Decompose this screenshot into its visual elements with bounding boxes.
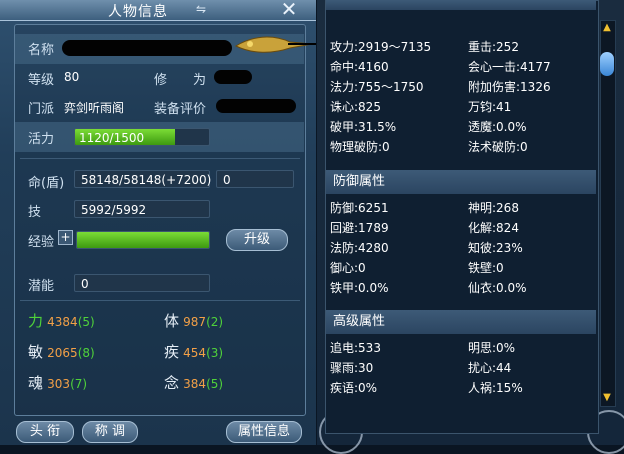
potential-field: 0	[74, 274, 210, 292]
attr-bonus: (3)	[206, 346, 224, 360]
advanced-section-header: 高级属性	[326, 310, 596, 334]
attr-agility: 敏 2065(8)	[28, 341, 95, 362]
attr-soul: 魂 303(7)	[28, 372, 87, 393]
title-button[interactable]: 头 衔	[16, 421, 74, 443]
attr-bonus: (2)	[206, 315, 224, 329]
attribute-entry: 骤雨:30	[330, 361, 374, 375]
attribute-entry: 破甲:31.5%	[330, 120, 397, 134]
gear-label: 装备评价	[154, 102, 207, 117]
sect-label: 门派	[28, 102, 55, 117]
attr-strength: 力 4384(5)	[28, 310, 95, 331]
attribute-entry: 法力:755～1750	[330, 80, 424, 94]
dragon-emblem-icon	[234, 36, 313, 53]
vitality-value: 1120/1500	[79, 131, 145, 145]
attribute-entry: 仙衣:0.0%	[468, 281, 527, 295]
attribute-entry: 攻力:2919～7135	[330, 40, 432, 54]
attr-value: 4384	[47, 315, 78, 329]
attribute-entry: 透魔:0.0%	[468, 120, 527, 134]
attribute-entry: 重击:252	[468, 40, 519, 54]
attribute-entry: 人祸:15%	[468, 381, 523, 395]
attr-value: 2065	[47, 346, 78, 360]
redact-line	[288, 43, 316, 45]
scroll-up-icon[interactable]: ▲	[600, 22, 614, 34]
title-bar[interactable]: 人物信息 ⇋ ✕	[0, 0, 316, 21]
cultivation-label: 修 为	[154, 73, 207, 88]
attribute-entry: 法术破防:0	[468, 140, 528, 154]
attr-value: 987	[183, 315, 207, 329]
skill-label: 技	[28, 205, 42, 220]
redacted-cultivation	[214, 70, 252, 84]
shield-field: 0	[216, 170, 294, 188]
attribute-entry: 附加伤害:1326	[468, 80, 551, 94]
hp-label: 命(盾)	[28, 176, 65, 191]
attr-value: 384	[183, 377, 207, 391]
attr-bonus: (8)	[77, 346, 95, 360]
scrollbar-track[interactable]	[600, 20, 616, 407]
potential-label: 潜能	[28, 279, 55, 294]
attr-bonus: (5)	[206, 377, 224, 391]
nickname-button[interactable]: 称 调	[82, 421, 138, 443]
attr-label: 魂	[28, 374, 44, 392]
scroll-down-icon[interactable]: ▼	[600, 392, 614, 404]
attr-label: 念	[164, 374, 180, 392]
level-value: 80	[64, 70, 80, 84]
attr-label: 力	[28, 312, 44, 330]
attribute-entry: 疾语:0%	[330, 381, 378, 395]
attribute-entry: 命中:4160	[330, 60, 389, 74]
attr-constitution: 体 987(2)	[164, 310, 223, 331]
attr-bonus: (7)	[70, 377, 88, 391]
upgrade-button[interactable]: 升级	[226, 229, 288, 251]
name-label: 名称	[28, 43, 55, 58]
exp-plus-button[interactable]: +	[58, 230, 73, 245]
defense-section-header: 防御属性	[326, 170, 596, 194]
scrollbar-thumb[interactable]	[600, 52, 614, 76]
window-title: 人物信息	[108, 4, 168, 20]
attribute-entry: 明思:0%	[468, 341, 516, 355]
level-label: 等级	[28, 73, 55, 88]
vitality-bar: 1120/1500	[74, 128, 210, 146]
exp-bar	[76, 231, 210, 249]
close-button[interactable]: ✕	[278, 0, 300, 20]
attribute-entry: 万钧:41	[468, 100, 512, 114]
skill-field: 5992/5992	[74, 200, 210, 218]
attr-label: 体	[164, 312, 180, 330]
attribute-entry: 扰心:44	[468, 361, 512, 375]
exp-label: 经验	[28, 235, 55, 250]
divider	[20, 300, 300, 301]
swap-icon[interactable]: ⇋	[196, 2, 206, 16]
attribute-entry: 铁甲:0.0%	[330, 281, 389, 295]
attribute-entry: 化解:824	[468, 221, 519, 235]
attribute-entry: 防御:6251	[330, 201, 389, 215]
vitality-label: 活力	[28, 132, 55, 147]
attribute-entry: 追电:533	[330, 341, 381, 355]
attr-label: 敏	[28, 343, 44, 361]
attribute-entry: 知彼:23%	[468, 241, 523, 255]
attribute-entry: 法防:4280	[330, 241, 389, 255]
hp-field: 58148/58148(+7200)	[74, 170, 211, 188]
attribute-entry: 物理破防:0	[330, 140, 390, 154]
attribute-entry: 回避:1789	[330, 221, 389, 235]
attr-speed: 疾 454(3)	[164, 341, 223, 362]
attribute-entry: 御心:0	[330, 261, 366, 275]
divider	[20, 158, 300, 159]
attribute-entry: 神明:268	[468, 201, 519, 215]
attribute-entry: 会心一击:4177	[468, 60, 551, 74]
redacted-name	[62, 40, 232, 56]
attribute-info-button[interactable]: 属性信息	[226, 421, 302, 443]
attr-value: 454	[183, 346, 207, 360]
attr-label: 疾	[164, 343, 180, 361]
character-info-panel: 人物信息 ⇋ ✕ 名称 等级 80 修 为 门派 弈剑听雨阁 装备评价 活力 1…	[0, 0, 317, 445]
redacted-gear-score	[216, 99, 296, 113]
attr-bonus: (5)	[77, 315, 95, 329]
attr-mind: 念 384(5)	[164, 372, 223, 393]
attribute-entry: 诛心:825	[330, 100, 381, 114]
sect-value: 弈剑听雨阁	[64, 101, 125, 115]
attribute-entry: 铁壁:0	[468, 261, 504, 275]
exp-bar-fill	[77, 232, 209, 248]
attr-value: 303	[47, 377, 71, 391]
attack-section-header-cut	[326, 0, 596, 10]
